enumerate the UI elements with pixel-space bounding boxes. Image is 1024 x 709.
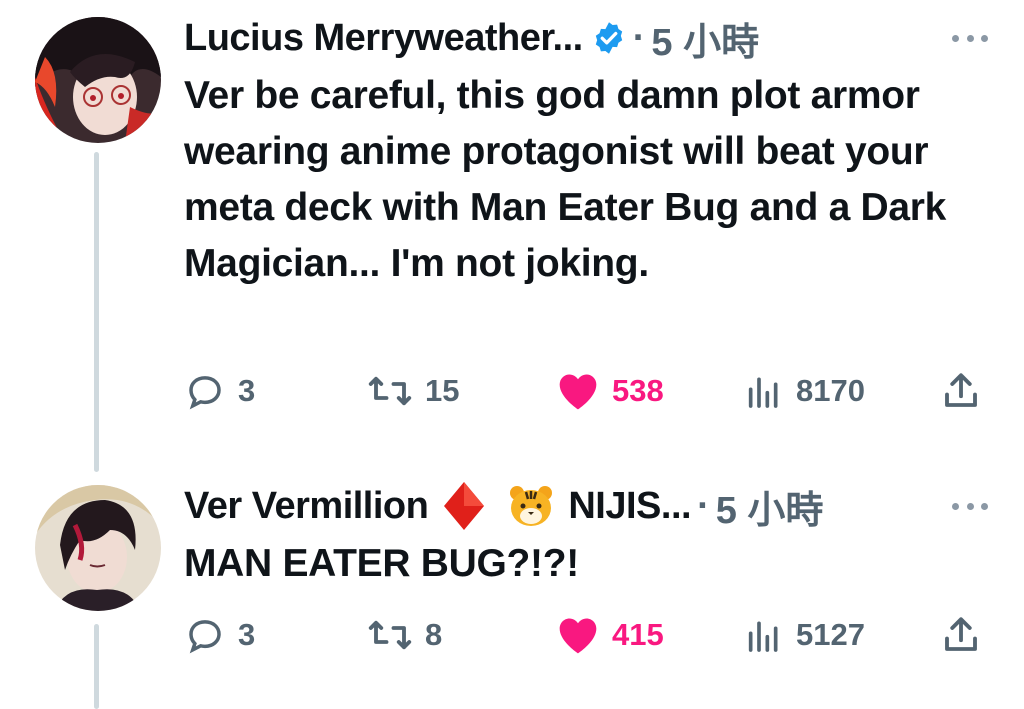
views-icon <box>748 377 778 408</box>
views-icon <box>748 621 778 652</box>
tweet-text: MAN EATER BUG?!?! <box>184 542 579 585</box>
like-button[interactable]: 415 <box>556 610 664 660</box>
reply-icon <box>189 376 221 410</box>
tweet-header: Ver Vermillion NIJIS... · 5 小時 <box>184 476 988 536</box>
separator-dot: · <box>697 484 710 527</box>
reply-count: 3 <box>238 373 256 408</box>
tweet-text: Ver be careful, this god damn plot armor… <box>184 74 947 285</box>
retweet-count: 15 <box>425 373 460 408</box>
author-name[interactable]: Ver Vermillion <box>184 485 429 528</box>
retweet-count: 8 <box>425 617 443 652</box>
share-button[interactable] <box>940 366 982 416</box>
tweet-header: Lucius Merryweather... · 5 小時 <box>184 8 988 68</box>
reply-button[interactable]: 3 <box>184 610 255 660</box>
retweet-button[interactable]: 8 <box>367 610 442 660</box>
view-count: 5127 <box>796 617 865 652</box>
view-count: 8170 <box>796 373 865 408</box>
heart-icon <box>559 374 597 410</box>
retweet-button[interactable]: 15 <box>367 366 459 416</box>
author-name-suffix[interactable]: NIJIS... <box>568 485 691 528</box>
share-icon <box>945 373 977 407</box>
timestamp[interactable]: 5 小時 <box>716 479 824 534</box>
like-button[interactable]: 538 <box>556 366 664 416</box>
reply-button[interactable]: 3 <box>184 366 255 416</box>
views-button[interactable]: 8170 <box>744 366 865 416</box>
avatar[interactable] <box>35 17 161 143</box>
timestamp[interactable]: 5 小時 <box>651 11 759 66</box>
more-options-icon[interactable] <box>952 488 988 524</box>
more-options-icon[interactable] <box>952 20 988 56</box>
views-button[interactable]: 5127 <box>744 610 865 660</box>
like-count: 415 <box>612 617 664 652</box>
share-button[interactable] <box>940 610 982 660</box>
share-icon <box>945 617 977 651</box>
verified-badge-icon <box>591 20 627 56</box>
action-bar: 3 15 538 8170 <box>184 366 994 416</box>
author-name[interactable]: Lucius Merryweather... <box>184 17 583 60</box>
like-count: 538 <box>612 373 664 408</box>
retweet-icon <box>368 620 412 650</box>
tweet-2[interactable]: Ver Vermillion NIJIS... · 5 小時 MAN EATER… <box>0 472 1024 709</box>
thread-line <box>94 152 99 472</box>
separator-dot: · <box>632 16 646 59</box>
avatar[interactable] <box>35 485 161 611</box>
reply-icon <box>189 620 221 654</box>
red-diamond-emoji <box>442 480 486 532</box>
thread-line <box>94 624 99 709</box>
retweet-icon <box>368 376 412 406</box>
action-bar: 3 8 415 5127 <box>184 610 994 660</box>
reply-count: 3 <box>238 617 256 652</box>
heart-icon <box>559 618 597 654</box>
tweet-1[interactable]: Lucius Merryweather... · 5 小時 Ver be car… <box>0 0 1024 472</box>
tiger-face-emoji <box>508 484 554 528</box>
